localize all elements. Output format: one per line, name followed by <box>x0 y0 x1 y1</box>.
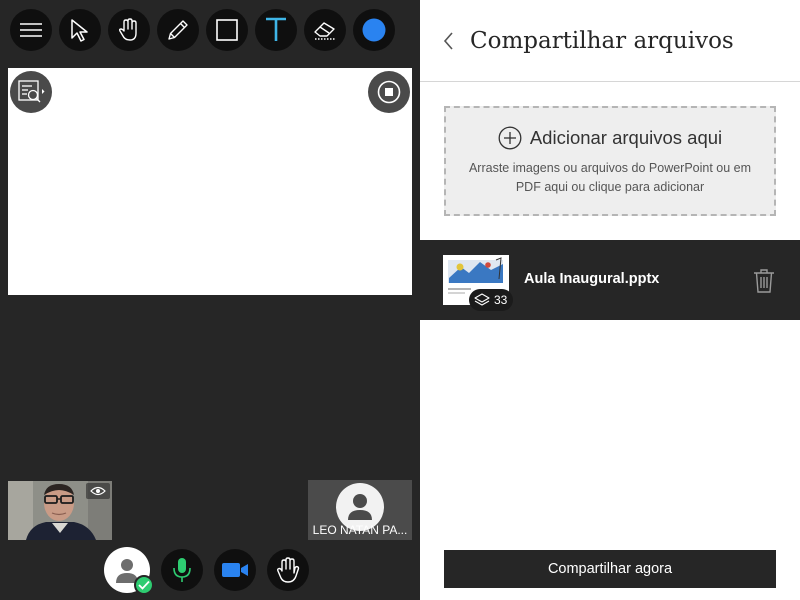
eraser-icon <box>314 22 335 40</box>
camera-icon <box>222 563 248 577</box>
status-check-icon <box>134 575 154 595</box>
eye-icon <box>90 486 106 496</box>
chevron-left-icon <box>443 31 453 50</box>
pointer-icon <box>71 19 88 42</box>
file-list-item[interactable]: 33 Aula Inaugural.pptx <box>420 240 800 320</box>
session-controls <box>104 547 309 595</box>
menu-icon <box>20 23 42 37</box>
panel-title: Compartilhar arquivos <box>470 27 734 54</box>
microphone-icon <box>173 558 191 582</box>
menu-button[interactable] <box>10 9 52 51</box>
camera-button[interactable] <box>214 549 256 591</box>
trash-icon <box>754 269 774 293</box>
pencil-icon <box>168 20 188 40</box>
panel-header: Compartilhar arquivos <box>420 0 800 82</box>
delete-file-button[interactable] <box>753 268 775 298</box>
microphone-button[interactable] <box>161 549 203 591</box>
eraser-tool-button[interactable] <box>304 9 346 51</box>
peer-name: LEO NATAN PA... <box>312 523 408 537</box>
shape-tool-button[interactable] <box>206 9 248 51</box>
pencil-tool-button[interactable] <box>157 9 199 51</box>
hand-pan-icon <box>118 18 137 41</box>
my-status-button[interactable] <box>104 547 154 595</box>
color-picker-icon <box>362 18 386 42</box>
dropzone-title: Adicionar arquivos aqui <box>446 126 774 150</box>
slide-count: 33 <box>494 293 508 307</box>
stop-icon <box>377 80 401 104</box>
rectangle-icon <box>216 19 238 41</box>
zoom-fit-icon <box>18 80 45 103</box>
color-picker-button[interactable] <box>353 9 395 51</box>
stop-sharing-button[interactable] <box>368 71 410 113</box>
select-tool-button[interactable] <box>59 9 101 51</box>
raise-hand-icon <box>276 557 300 583</box>
whiteboard-canvas[interactable] <box>8 68 412 295</box>
raise-hand-button[interactable] <box>267 549 309 591</box>
zoom-fit-button[interactable] <box>10 71 52 113</box>
share-files-panel: Compartilhar arquivos Adicionar arquivos… <box>420 0 800 600</box>
slide-count-badge: 33 <box>469 289 514 311</box>
add-circle-icon <box>498 126 522 150</box>
collaborate-stage: LEO NATAN PA... <box>0 0 420 600</box>
visibility-toggle[interactable] <box>86 483 110 499</box>
file-dropzone[interactable]: Adicionar arquivos aqui Arraste imagens … <box>444 106 776 216</box>
file-name: Aula Inaugural.pptx <box>524 271 660 287</box>
back-button[interactable] <box>442 26 462 56</box>
text-tool-button[interactable] <box>255 9 297 51</box>
dropzone-title-text: Adicionar arquivos aqui <box>529 127 723 148</box>
pan-tool-button[interactable] <box>108 9 150 51</box>
peer-video-tile[interactable]: LEO NATAN PA... <box>308 480 412 540</box>
share-now-button[interactable]: Compartilhar agora <box>444 550 776 588</box>
self-video-tile[interactable] <box>8 481 112 540</box>
text-icon <box>266 17 286 41</box>
dropzone-subtitle: Arraste imagens ou arquivos do PowerPoin… <box>468 161 752 194</box>
layers-icon <box>474 293 490 306</box>
whiteboard-toolbar <box>10 9 395 51</box>
